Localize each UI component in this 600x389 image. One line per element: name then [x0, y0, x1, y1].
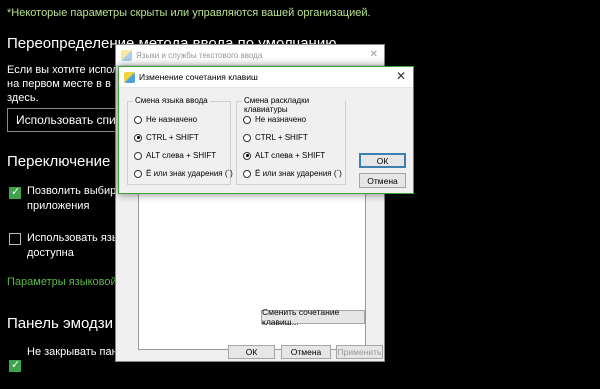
- use-language-list-button[interactable]: Использовать список: [7, 108, 130, 132]
- change-key-sequence-title: Изменение сочетания клавиш: [139, 72, 258, 82]
- use-language-bar-label-2: доступна: [27, 247, 74, 259]
- input-language-group: Смена языка ввода Не назначено CTRL + SH…: [127, 96, 233, 185]
- text-services-title: Языки и службы текстового ввода: [136, 50, 263, 60]
- section-default-input-desc-1: Если вы хотите использ: [7, 64, 130, 76]
- radio-icon[interactable]: [243, 115, 251, 124]
- use-language-bar-checkbox[interactable]: [9, 233, 21, 245]
- hotkey-cancel-button[interactable]: Отмена: [359, 173, 406, 188]
- change-key-sequence-dialog: Изменение сочетания клавиш ✕ Смена языка…: [118, 66, 414, 194]
- input-lang-option-none[interactable]: Не назначено: [134, 115, 197, 124]
- allow-per-app-label-1: Позволить выбира: [27, 185, 123, 197]
- language-bar-options-link[interactable]: Параметры языковой п: [7, 276, 126, 288]
- close-icon[interactable]: ✕: [370, 49, 378, 60]
- input-lang-option-grave[interactable]: Ё или знак ударения (`): [134, 169, 233, 178]
- radio-icon[interactable]: [243, 133, 251, 142]
- apply-button[interactable]: Применить: [336, 345, 383, 359]
- app-icon: [124, 71, 135, 83]
- emoji-keep-open-checkbox[interactable]: [9, 358, 21, 372]
- radio-selected-icon[interactable]: [134, 133, 142, 142]
- radio-selected-icon[interactable]: [243, 151, 251, 160]
- ok-button[interactable]: ОК: [228, 345, 275, 359]
- hotkey-ok-button[interactable]: ОК: [359, 153, 406, 168]
- allow-per-app-label-2: приложения: [27, 200, 90, 212]
- use-language-bar-label-1: Использовать язык: [27, 232, 125, 244]
- radio-icon[interactable]: [134, 151, 142, 160]
- section-default-input-desc-2: на первом месте в в: [7, 78, 111, 90]
- input-lang-option-alt-shift[interactable]: ALT слева + SHIFT: [134, 151, 216, 160]
- cancel-button[interactable]: Отмена: [281, 345, 331, 359]
- radio-icon[interactable]: [243, 169, 251, 178]
- text-services-titlebar: Языки и службы текстового ввода: [116, 45, 384, 66]
- policy-notice: *Некоторые параметры скрыты или управляю…: [7, 7, 371, 19]
- input-lang-option-ctrl-shift[interactable]: CTRL + SHIFT: [134, 133, 199, 142]
- layout-option-ctrl-shift[interactable]: CTRL + SHIFT: [243, 133, 308, 142]
- change-key-sequence-button[interactable]: Сменить сочетание клавиш...: [261, 307, 365, 327]
- keyboard-layout-group: Смена раскладки клавиатуры Не назначено …: [236, 96, 346, 185]
- app-icon: [121, 49, 132, 61]
- layout-option-alt-shift[interactable]: ALT слева + SHIFT: [243, 151, 325, 160]
- change-key-sequence-titlebar: Изменение сочетания клавиш: [119, 67, 413, 88]
- keyboard-layout-group-title: Смена раскладки клавиатуры: [242, 96, 345, 114]
- radio-icon[interactable]: [134, 115, 142, 124]
- close-icon[interactable]: ✕: [396, 69, 406, 83]
- layout-option-none[interactable]: Не назначено: [243, 115, 306, 124]
- section-emoji-title: Панель эмодзи: [7, 315, 113, 332]
- allow-per-app-checkbox[interactable]: [9, 185, 21, 199]
- layout-option-grave[interactable]: Ё или знак ударения (`): [243, 169, 342, 178]
- radio-icon[interactable]: [134, 169, 142, 178]
- input-language-group-title: Смена языка ввода: [133, 96, 210, 105]
- section-default-input-desc-3: здесь.: [7, 92, 39, 104]
